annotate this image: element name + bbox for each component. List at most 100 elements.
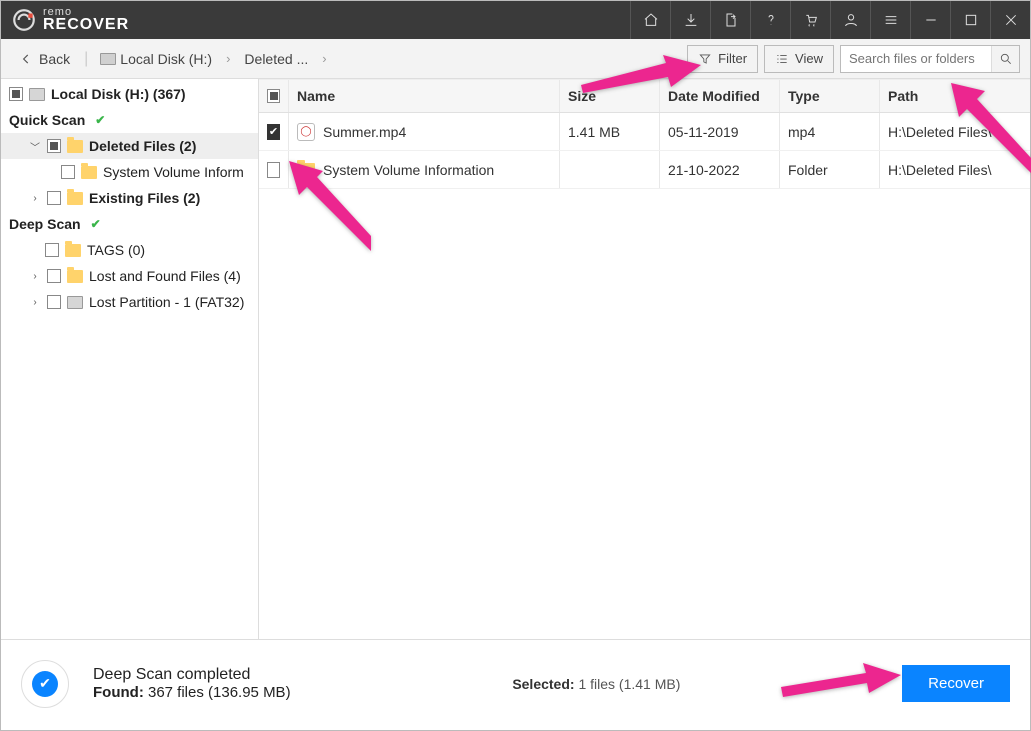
search-input[interactable] (841, 51, 991, 66)
sidebar-item-label: TAGS (0) (87, 242, 145, 258)
col-size[interactable]: Size (560, 80, 660, 112)
tree-root[interactable]: Local Disk (H:) (367) (1, 81, 258, 107)
view-label: View (795, 51, 823, 66)
row-checkbox[interactable]: ✔ (267, 124, 280, 140)
disk-icon (29, 88, 45, 101)
filter-button[interactable]: Filter (687, 45, 758, 73)
checkbox[interactable] (47, 191, 61, 205)
chevron-right-icon: › (320, 51, 328, 66)
status-bar: ✔ Deep Scan completed Found: 367 files (… (1, 639, 1030, 727)
status-selected-value: 1 files (1.41 MB) (578, 676, 680, 692)
filter-label: Filter (718, 51, 747, 66)
deep-scan-label: Deep Scan (9, 216, 81, 232)
back-button[interactable]: Back (11, 49, 78, 69)
sidebar: Local Disk (H:) (367) Quick Scan ✔ ﹀ Del… (1, 79, 259, 639)
close-icon[interactable] (990, 1, 1030, 39)
status-selected-label: Selected: (512, 676, 574, 692)
row-name: System Volume Information (323, 162, 494, 178)
row-date: 05-11-2019 (660, 113, 780, 150)
sidebar-item-tags[interactable]: TAGS (0) (1, 237, 258, 263)
maximize-icon[interactable] (950, 1, 990, 39)
chevron-right-icon: › (224, 51, 232, 66)
home-icon[interactable] (630, 1, 670, 39)
collapse-toggle[interactable]: ﹀ (29, 139, 41, 154)
crumb-folder-label: Deleted ... (244, 51, 308, 67)
sidebar-item-label: Existing Files (2) (89, 190, 200, 206)
sidebar-item-label: System Volume Inform (103, 164, 244, 180)
quick-scan-header[interactable]: Quick Scan ✔ (1, 107, 258, 133)
tree-root-label: Local Disk (H:) (367) (51, 86, 186, 102)
back-label: Back (39, 51, 70, 67)
check-icon: ✔ (95, 113, 105, 127)
status-text: Deep Scan completed Found: 367 files (13… (93, 666, 291, 701)
deep-scan-header[interactable]: Deep Scan ✔ (1, 211, 258, 237)
row-checkbox[interactable] (267, 162, 280, 178)
cart-icon[interactable] (790, 1, 830, 39)
title-bar: remo RECOVER (1, 1, 1030, 39)
table-row[interactable]: ✔ ◯ Summer.mp4 1.41 MB 05-11-2019 mp4 H:… (259, 113, 1030, 151)
menu-icon[interactable] (870, 1, 910, 39)
row-type: mp4 (780, 113, 880, 150)
col-name[interactable]: Name (289, 80, 560, 112)
user-icon[interactable] (830, 1, 870, 39)
view-button[interactable]: View (764, 45, 834, 73)
row-date: 21-10-2022 (660, 151, 780, 188)
col-date[interactable]: Date Modified (660, 80, 780, 112)
sidebar-item-label: Deleted Files (2) (89, 138, 196, 154)
recover-button[interactable]: Recover (902, 665, 1010, 702)
status-found-label: Found: (93, 684, 144, 701)
folder-icon (67, 270, 83, 283)
checkbox[interactable] (61, 165, 75, 179)
app-logo: remo RECOVER (1, 7, 139, 33)
quick-scan-label: Quick Scan (9, 112, 85, 128)
disk-icon (100, 53, 116, 65)
status-complete-icon: ✔ (21, 660, 69, 708)
crumb-disk-label: Local Disk (H:) (120, 51, 212, 67)
col-path[interactable]: Path (880, 80, 1030, 112)
main-area: Local Disk (H:) (367) Quick Scan ✔ ﹀ Del… (1, 79, 1030, 639)
expand-toggle[interactable]: › (29, 297, 41, 308)
sidebar-item-lost-partition[interactable]: › Lost Partition - 1 (FAT32) (1, 289, 258, 315)
row-size (560, 151, 660, 188)
breadcrumb-disk[interactable]: Local Disk (H:) (94, 49, 218, 69)
sidebar-item-label: Lost and Found Files (4) (89, 268, 241, 284)
table-row[interactable]: System Volume Information 21-10-2022 Fol… (259, 151, 1030, 189)
select-all-checkbox[interactable] (267, 89, 280, 103)
col-type[interactable]: Type (780, 80, 880, 112)
folder-icon (67, 140, 83, 153)
row-size: 1.41 MB (560, 113, 660, 150)
video-file-icon: ◯ (297, 123, 315, 141)
check-icon: ✔ (91, 217, 101, 231)
help-icon[interactable] (750, 1, 790, 39)
breadcrumb-folder[interactable]: Deleted ... (238, 49, 314, 69)
checkbox[interactable] (45, 243, 59, 257)
folder-icon (67, 192, 83, 205)
export-icon[interactable] (710, 1, 750, 39)
search-button[interactable] (991, 46, 1019, 72)
search-box (840, 45, 1020, 73)
checkbox[interactable] (47, 295, 61, 309)
folder-icon (297, 163, 315, 177)
checkbox[interactable] (47, 269, 61, 283)
download-icon[interactable] (670, 1, 710, 39)
sidebar-item-existing-files[interactable]: › Existing Files (2) (1, 185, 258, 211)
toolbar: Back | Local Disk (H:) › Deleted ... › F… (1, 39, 1030, 79)
status-line1: Deep Scan completed (93, 666, 291, 684)
checkbox[interactable] (47, 139, 61, 153)
row-path: H:\Deleted Files\ (880, 113, 1030, 150)
sidebar-item-sysvol[interactable]: System Volume Inform (1, 159, 258, 185)
expand-toggle[interactable]: › (29, 271, 41, 282)
logo-mark-icon (11, 7, 37, 33)
status-found-value: 367 files (136.95 MB) (148, 684, 291, 701)
row-path: H:\Deleted Files\ (880, 151, 1030, 188)
checkbox[interactable] (9, 87, 23, 101)
row-name: Summer.mp4 (323, 124, 406, 140)
row-type: Folder (780, 151, 880, 188)
sidebar-item-deleted-files[interactable]: ﹀ Deleted Files (2) (1, 133, 258, 159)
minimize-icon[interactable] (910, 1, 950, 39)
folder-icon (65, 244, 81, 257)
status-selected: Selected: 1 files (1.41 MB) (315, 676, 879, 692)
table-header: Name Size Date Modified Type Path (259, 79, 1030, 113)
sidebar-item-lost-found[interactable]: › Lost and Found Files (4) (1, 263, 258, 289)
expand-toggle[interactable]: › (29, 193, 41, 204)
